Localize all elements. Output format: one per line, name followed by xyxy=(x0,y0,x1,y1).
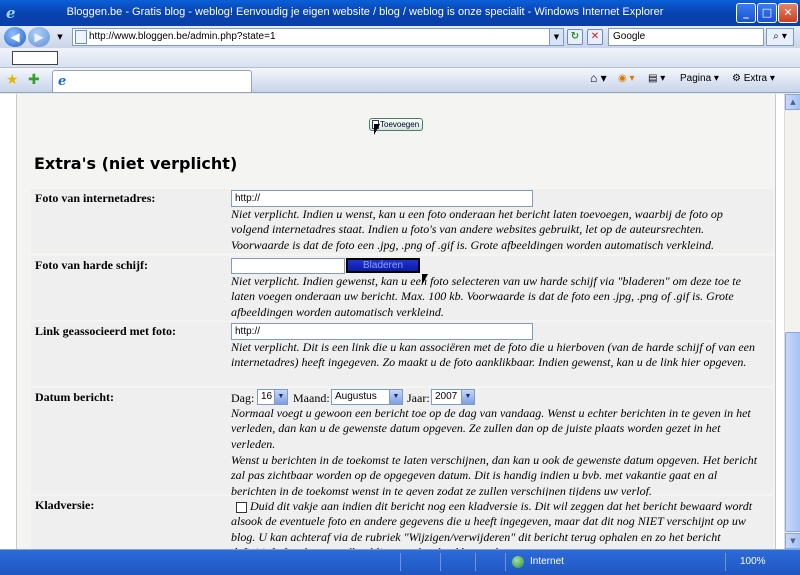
tools-menu-label: Extra xyxy=(743,73,768,84)
day-select[interactable]: 16 ▼ xyxy=(257,389,288,405)
photo-link-label: Link geassocieerd met foto: xyxy=(35,324,176,338)
section-heading: Extra's (niet verplicht) xyxy=(34,154,238,173)
command-bar: ★ ✚ e ⌂ ▾ ◉ ▾ ▤ ▾ Pagina ▾ ⚙ Extra ▾ xyxy=(0,68,800,93)
status-divider xyxy=(505,553,506,571)
printer-icon[interactable]: ▤ ▾ xyxy=(648,73,665,84)
mouse-cursor-icon xyxy=(422,274,428,285)
day-value: 16 xyxy=(261,391,273,402)
date-label: Datum bericht: xyxy=(35,390,114,404)
draft-help: Duid dit vakje aan indien dit bericht no… xyxy=(231,499,753,549)
year-label: Jaar: xyxy=(407,391,430,405)
photo-url-label: Foto van internetadres: xyxy=(35,191,156,205)
browser-tab[interactable]: e xyxy=(52,70,252,92)
status-divider xyxy=(475,553,476,571)
photo-url-help: Niet verplicht. Indien u wenst, kan u ee… xyxy=(231,207,723,252)
status-divider xyxy=(725,553,726,571)
photo-disk-help: Niet verplicht. Indien gewenst, kan u ee… xyxy=(231,274,741,319)
back-arrow-icon[interactable]: ◀ xyxy=(4,27,26,47)
status-divider xyxy=(440,553,441,571)
url-dropdown-icon[interactable]: ▼ xyxy=(549,29,563,45)
year-select[interactable]: 2007 ▼ xyxy=(431,389,475,405)
search-placeholder: Google xyxy=(613,31,646,42)
stop-icon[interactable]: ✕ xyxy=(587,29,603,45)
gear-icon: ⚙ xyxy=(732,73,741,84)
url-input[interactable]: http://www.bloggen.be/admin.php?state=1 … xyxy=(72,28,564,46)
photo-url-input[interactable]: http:// xyxy=(231,190,533,207)
address-bar: ◀ ▶ ▼ http://www.bloggen.be/admin.php?st… xyxy=(0,26,800,48)
history-dropdown-icon[interactable]: ▼ xyxy=(54,30,66,46)
minimize-button[interactable]: _ xyxy=(736,3,756,23)
security-zone: Internet xyxy=(530,556,564,567)
photo-file-input[interactable] xyxy=(231,258,345,274)
page-menu[interactable]: Pagina ▾ xyxy=(680,73,719,84)
forward-arrow-icon[interactable]: ▶ xyxy=(28,27,50,47)
add-button-label: Toevoegen xyxy=(380,120,420,129)
month-label: Maand: xyxy=(293,391,330,405)
tab-ie-icon: e xyxy=(58,74,67,89)
magnifier-icon[interactable]: ⌕ ▾ xyxy=(766,28,794,46)
globe-icon xyxy=(512,556,524,568)
browse-button[interactable]: Bladeren xyxy=(346,258,420,273)
search-input[interactable]: Google xyxy=(608,28,764,46)
add-star-icon[interactable]: ✚ xyxy=(28,72,40,88)
tools-menu[interactable]: ⚙ Extra ▾ xyxy=(732,73,775,84)
refresh-icon[interactable]: ↻ xyxy=(567,29,583,45)
year-value: 2007 xyxy=(435,391,458,402)
photo-link-help: Niet verplicht. Dit is een link die u ka… xyxy=(231,340,755,370)
page-menu-label: Pagina xyxy=(680,73,712,84)
row-date: Datum bericht: Dag: 16 ▼ Maand: Augustus… xyxy=(31,388,773,498)
links-toolbar xyxy=(0,48,800,68)
window-title: Bloggen.be - Gratis blog - weblog! Eenvo… xyxy=(66,6,664,18)
chevron-down-icon: ▼ xyxy=(274,390,287,404)
month-select[interactable]: Augustus ▼ xyxy=(331,389,403,405)
date-help-past: Normaal voegt u gewoon een bericht toe o… xyxy=(231,406,751,451)
close-button[interactable]: ✕ xyxy=(778,3,798,23)
maximize-button[interactable]: □ xyxy=(757,3,777,23)
status-bar: Internet 100% xyxy=(0,549,800,575)
home-icon[interactable]: ⌂ ▾ xyxy=(590,71,607,85)
window-title-bar: e Bloggen.be - Gratis blog - weblog! Een… xyxy=(0,0,800,26)
page-content: Toevoegen Extra's (niet verplicht) Foto … xyxy=(16,94,776,549)
zoom-level[interactable]: 100% xyxy=(740,556,766,567)
row-draft: Kladversie: Duid dit vakje aan indien di… xyxy=(31,496,773,549)
chevron-down-icon: ▼ xyxy=(461,390,474,404)
chevron-down-icon: ▼ xyxy=(389,390,402,404)
mouse-cursor-icon xyxy=(374,124,380,135)
scroll-up-icon[interactable]: ▲ xyxy=(785,94,800,110)
link-thumbnail[interactable] xyxy=(12,51,58,65)
status-divider xyxy=(400,553,401,571)
row-photo-disk: Foto van harde schijf: Bladeren Niet ver… xyxy=(31,256,773,320)
scroll-thumb[interactable] xyxy=(785,332,800,532)
rss-icon[interactable]: ◉ ▾ xyxy=(618,73,635,84)
row-photo-url: Foto van internetadres: http:// Niet ver… xyxy=(31,189,773,253)
row-photo-link: Link geassocieerd met foto: http:// Niet… xyxy=(31,322,773,386)
vertical-scrollbar[interactable]: ▲ ▼ xyxy=(784,94,800,549)
day-label: Dag: xyxy=(231,391,255,405)
scroll-down-icon[interactable]: ▼ xyxy=(785,533,800,549)
draft-label: Kladversie: xyxy=(35,498,95,512)
date-help-future: Wenst u berichten in de toekomst te late… xyxy=(231,453,758,498)
month-value: Augustus xyxy=(335,391,377,402)
url-text: http://www.bloggen.be/admin.php?state=1 xyxy=(89,31,276,42)
photo-disk-label: Foto van harde schijf: xyxy=(35,258,148,272)
page-icon xyxy=(75,30,87,44)
star-icon[interactable]: ★ xyxy=(6,72,19,88)
page-viewport: Toevoegen Extra's (niet verplicht) Foto … xyxy=(0,94,784,549)
photo-link-input[interactable]: http:// xyxy=(231,323,533,340)
